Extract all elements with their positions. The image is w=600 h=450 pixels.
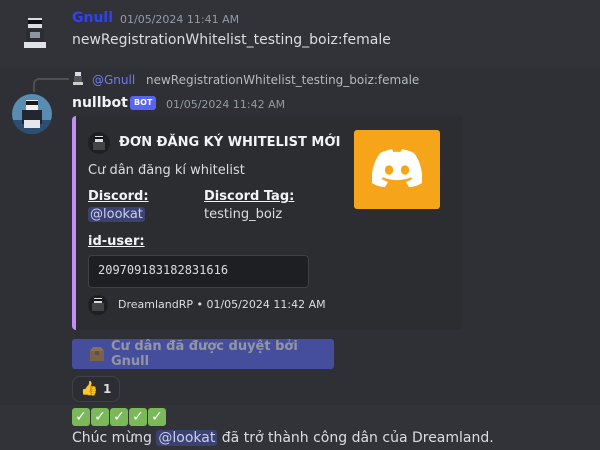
approved-button-label: Cư dân đã được duyệt bởi Gnull xyxy=(111,339,298,369)
message-timestamp: 01/05/2024 11:42 AM xyxy=(166,98,286,111)
check-icon: ✓ xyxy=(129,408,147,426)
approved-button[interactable]: Cư dân đã được duyệt bởi Gnull xyxy=(72,339,334,369)
reply-mention[interactable]: @Gnull xyxy=(92,73,135,87)
check-icon: ✓ xyxy=(110,408,128,426)
reply-avatar-icon xyxy=(72,72,84,86)
author-name[interactable]: Gnull xyxy=(72,10,113,26)
user-mention[interactable]: @lookat xyxy=(88,207,145,222)
avatar-nullbot[interactable] xyxy=(12,94,52,134)
reply-spine xyxy=(33,78,69,92)
embed-footer: DreamlandRP • 01/05/2024 11:42 AM xyxy=(118,298,326,311)
congrats-text-start: Chúc mừng xyxy=(72,430,157,446)
thumbs-up-icon: 👍 xyxy=(80,381,99,397)
discord-logo-icon xyxy=(371,148,423,191)
check-icon: ✓ xyxy=(91,408,109,426)
bot-author-name[interactable]: nullbot xyxy=(72,95,128,111)
message-content: newRegistrationWhitelist_testing_boiz:fe… xyxy=(72,32,391,48)
embed-field-discord-name: Discord: xyxy=(88,189,149,204)
check-icon: ✓ xyxy=(148,408,166,426)
reaction-thumbsup[interactable]: 👍 1 xyxy=(72,376,120,402)
check-icon: ✓ xyxy=(72,408,90,426)
congrats-text-end: đã trở thành công dân của Dreamland. xyxy=(217,430,494,446)
reaction-count: 1 xyxy=(103,382,112,396)
embed-author-icon xyxy=(88,132,110,154)
embed-description: Cư dân đăng kí whitelist xyxy=(88,163,245,178)
box-icon xyxy=(89,346,105,362)
embed-field-id-name: id-user: xyxy=(88,234,145,249)
user-mention[interactable]: @lookat xyxy=(156,430,218,446)
embed-thumbnail[interactable] xyxy=(354,130,440,209)
embed-field-tag-value: testing_boiz xyxy=(204,207,283,222)
embed-field-discord-value: @lookat xyxy=(88,207,145,222)
congrats-message: Chúc mừng @lookat đã trở thành công dân … xyxy=(72,430,494,446)
embed-field-tag-name: Discord Tag: xyxy=(204,189,295,204)
message-timestamp: 01/05/2024 11:41 AM xyxy=(120,13,240,26)
embed-field-id-value: 209709183182831616 xyxy=(98,263,229,277)
avatar-gnull[interactable] xyxy=(15,12,55,52)
bot-tag: BOT xyxy=(130,96,157,110)
embed-footer-icon xyxy=(88,295,108,315)
embed-title: ĐƠN ĐĂNG KÝ WHITELIST MỚI xyxy=(119,135,341,150)
checkmark-row: ✓ ✓ ✓ ✓ ✓ xyxy=(72,408,167,426)
reply-preview[interactable]: newRegistrationWhitelist_testing_boiz:fe… xyxy=(146,73,419,87)
